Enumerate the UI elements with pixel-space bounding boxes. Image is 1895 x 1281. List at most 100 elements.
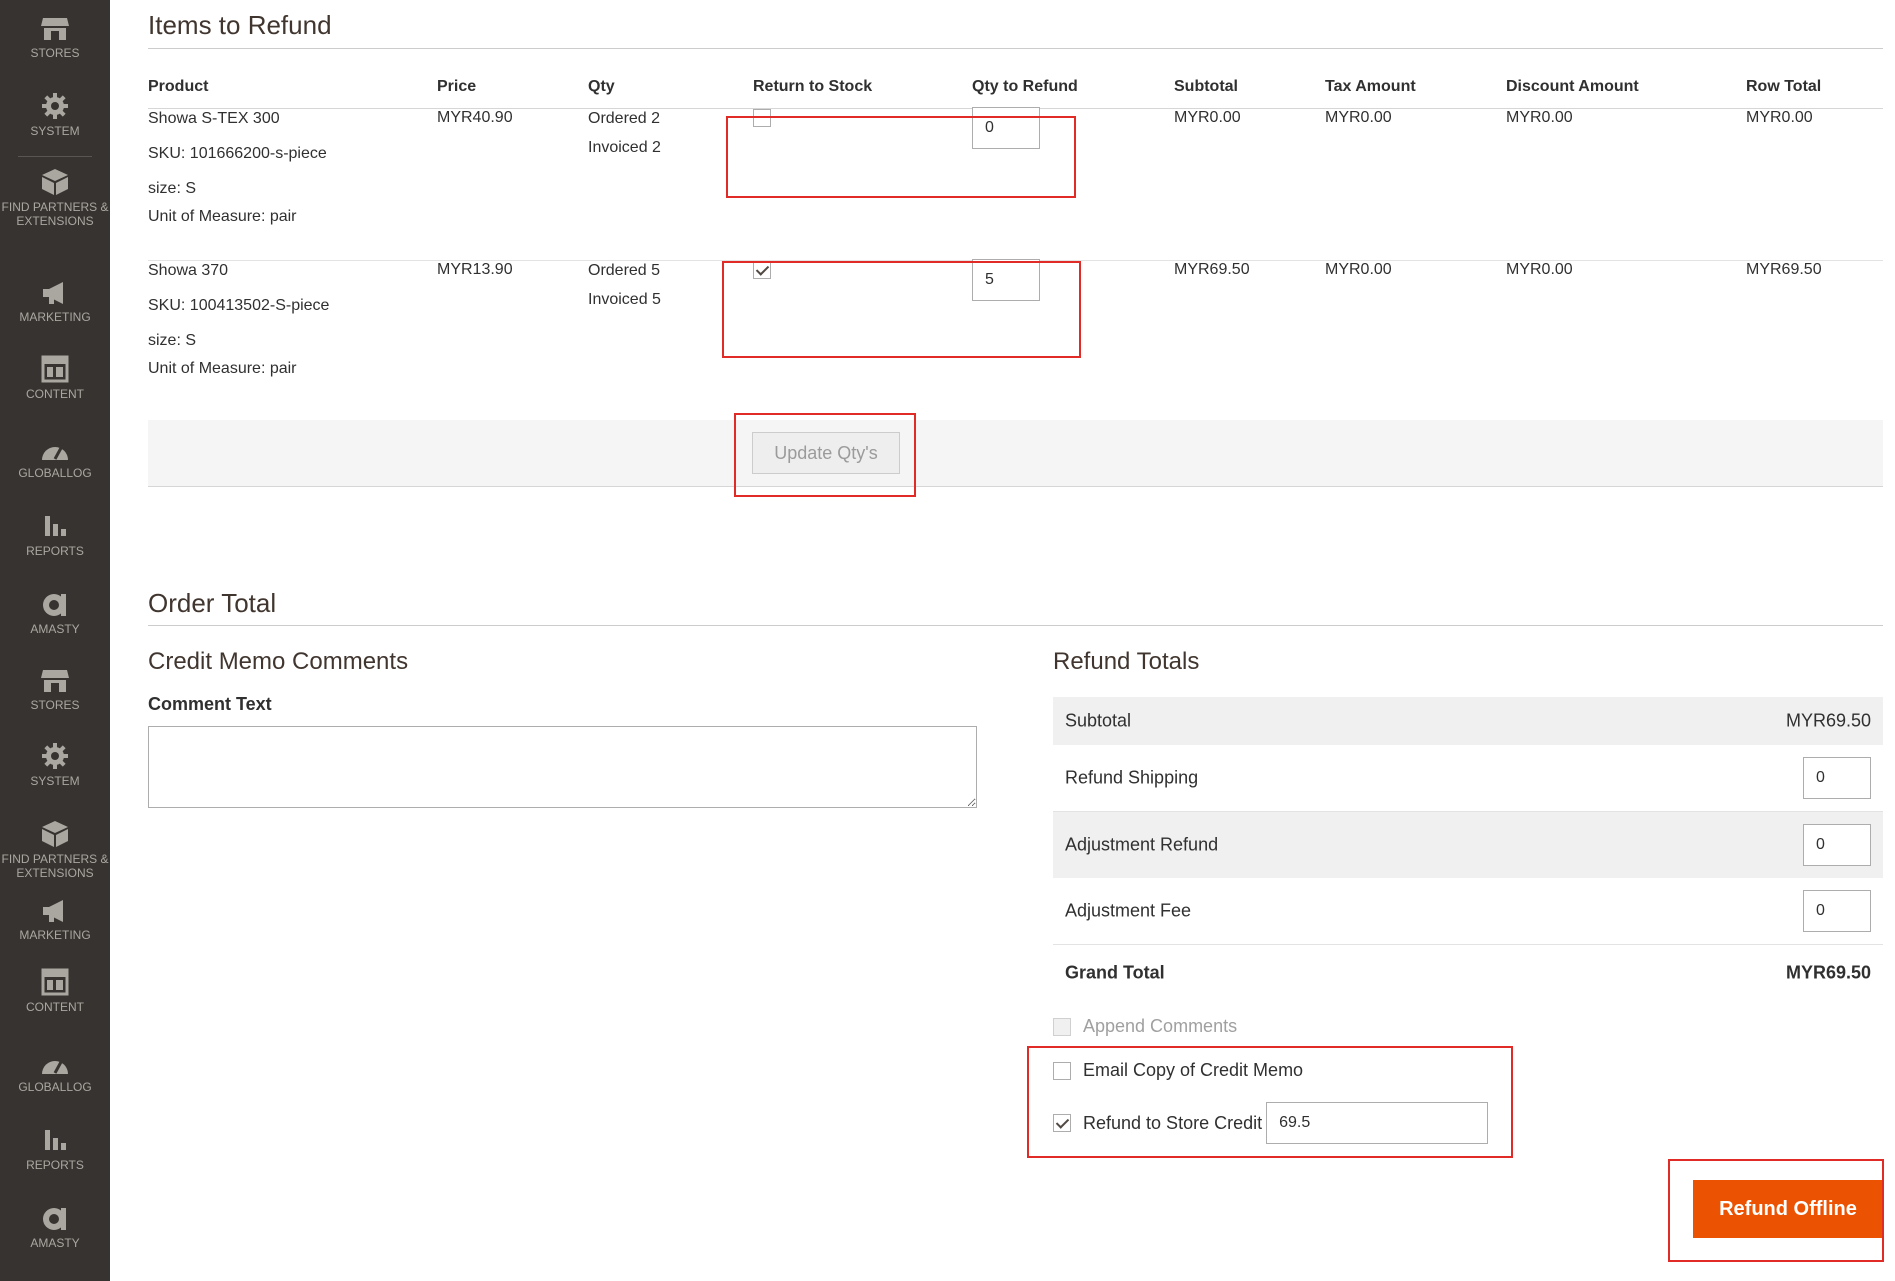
nav-globallog[interactable]: GLOBALLOG [0, 1052, 110, 1094]
amasty-logo-icon [43, 1208, 66, 1230]
refund-totals-title: Refund Totals [1053, 648, 1200, 675]
nav-find-partners[interactable]: FIND PARTNERS & EXTENSIONS [0, 820, 110, 881]
subtotal-label: Subtotal [1065, 710, 1132, 731]
highlight-box [726, 116, 1076, 198]
nav-find-partners[interactable]: FIND PARTNERS & EXTENSIONS [0, 168, 110, 229]
product-sku: SKU: 100413502-S-piece [148, 297, 330, 314]
comment-text-label: Comment Text [148, 694, 272, 714]
row-total-cell: MYR0.00 [1746, 108, 1883, 261]
col-tax-amount: Tax Amount [1325, 78, 1506, 109]
adjustment-refund-row: Adjustment Refund [1053, 812, 1883, 878]
price-cell: MYR40.90 [437, 108, 588, 261]
nav-label: AMASTY [30, 622, 80, 636]
product-cell: Showa S-TEX 300 SKU: 101666200-s-piece s… [148, 108, 437, 261]
tax-cell: MYR0.00 [1325, 108, 1506, 261]
cubes-icon [42, 821, 68, 847]
col-return-to-stock: Return to Stock [753, 78, 972, 109]
refund-shipping-label: Refund Shipping [1065, 767, 1199, 788]
refund-totals-table: Subtotal MYR69.50 Refund Shipping Adjust… [1053, 697, 1883, 1001]
nav-label: REPORTS [26, 544, 84, 558]
discount-cell: MYR0.00 [1506, 261, 1573, 278]
adjustment-refund-input[interactable] [1803, 824, 1871, 866]
nav-label: STORES [30, 46, 80, 60]
nav-stores[interactable]: STORES [0, 16, 110, 60]
product-size: size: S [148, 180, 197, 197]
comment-textarea[interactable] [148, 726, 977, 808]
product-uom: Unit of Measure: pair [148, 360, 297, 377]
nav-label: STORES [30, 698, 80, 712]
append-comments-checkbox [1053, 1017, 1071, 1036]
nav-label: GLOBALLOG [18, 1080, 92, 1094]
adjustment-fee-label: Adjustment Fee [1065, 900, 1192, 921]
adjustment-fee-row: Adjustment Fee [1053, 878, 1883, 945]
nav-label: CONTENT [26, 387, 84, 401]
section-divider [148, 625, 1883, 626]
subtotal-cell: MYR0.00 [1174, 108, 1325, 261]
price-cell: MYR13.90 [437, 261, 513, 278]
nav-marketing[interactable]: MARKETING [0, 280, 110, 324]
product-sku: SKU: 101666200-s-piece [148, 145, 327, 162]
speedometer-icon [42, 447, 68, 460]
refund-shipping-row: Refund Shipping [1053, 745, 1883, 812]
subtotal-value: MYR69.50 [1785, 710, 1871, 731]
main-content: Items to Refund Product Price Qty Return… [148, 0, 1884, 1281]
nav-label: REPORTS [26, 1158, 84, 1172]
adjustment-fee-input[interactable] [1803, 890, 1871, 932]
tax-cell: MYR0.00 [1325, 261, 1392, 278]
row-total-cell: MYR69.50 [1746, 261, 1822, 278]
subtotal-row: Subtotal MYR69.50 [1053, 697, 1883, 745]
nav-label: CONTENT [26, 1000, 84, 1014]
nav-label: FIND PARTNERS & EXTENSIONS [1, 200, 109, 229]
nav-label: FIND PARTNERS & EXTENSIONS [1, 852, 109, 881]
gear-icon [42, 743, 68, 769]
section-divider [148, 48, 1883, 49]
product-name: Showa 370 [148, 262, 229, 279]
order-total-title: Order Total [148, 588, 277, 618]
col-product: Product [148, 78, 437, 109]
highlight-box [1027, 1046, 1513, 1158]
highlight-box [1668, 1159, 1884, 1262]
nav-reports[interactable]: REPORTS [0, 1126, 110, 1172]
col-qty-to-refund: Qty to Refund [972, 78, 1174, 109]
layout-icon [41, 968, 69, 996]
table-header: Product Price Qty Return to Stock Qty to… [148, 78, 1883, 109]
nav-label: AMASTY [30, 1236, 80, 1250]
nav-label: MARKETING [19, 928, 91, 942]
product-uom: Unit of Measure: pair [148, 208, 297, 225]
nav-system[interactable]: SYSTEM [0, 742, 110, 788]
store-icon [41, 670, 69, 692]
col-discount-amount: Discount Amount [1506, 78, 1746, 109]
adjustment-refund-label: Adjustment Refund [1065, 834, 1219, 855]
bar-chart-icon [45, 516, 66, 536]
col-price: Price [437, 78, 588, 109]
nav-label: MARKETING [19, 310, 91, 324]
refund-shipping-input[interactable] [1803, 757, 1871, 799]
product-cell: Showa 370 SKU: 100413502-S-piece size: S… [148, 261, 437, 398]
product-name: Showa S-TEX 300 [148, 110, 280, 127]
nav-label: SYSTEM [30, 124, 80, 138]
credit-memo-comments-title: Credit Memo Comments [148, 648, 409, 675]
bar-chart-icon [45, 1130, 66, 1150]
nav-amasty[interactable]: AMASTY [0, 1204, 110, 1250]
grand-total-row: Grand Total MYR69.50 [1053, 945, 1883, 1001]
col-qty: Qty [588, 78, 753, 109]
nav-divider [18, 156, 92, 157]
gear-icon [42, 93, 68, 119]
append-comments-label: Append Comments [1083, 1016, 1238, 1036]
nav-amasty[interactable]: AMASTY [0, 590, 110, 636]
nav-globallog[interactable]: GLOBALLOG [0, 438, 110, 480]
grand-total-value: MYR69.50 [1785, 962, 1871, 983]
nav-stores[interactable]: STORES [0, 668, 110, 712]
col-subtotal: Subtotal [1174, 78, 1325, 109]
nav-marketing[interactable]: MARKETING [0, 898, 110, 942]
nav-system[interactable]: SYSTEM [0, 92, 110, 138]
discount-cell: MYR0.00 [1506, 108, 1746, 261]
nav-label: GLOBALLOG [18, 466, 92, 480]
items-to-refund-title: Items to Refund [148, 10, 332, 40]
nav-reports[interactable]: REPORTS [0, 512, 110, 558]
highlight-box [722, 261, 1081, 358]
nav-content[interactable]: CONTENT [0, 968, 110, 1014]
nav-content[interactable]: CONTENT [0, 355, 110, 401]
speedometer-icon [42, 1061, 68, 1074]
amasty-logo-icon [43, 594, 66, 616]
